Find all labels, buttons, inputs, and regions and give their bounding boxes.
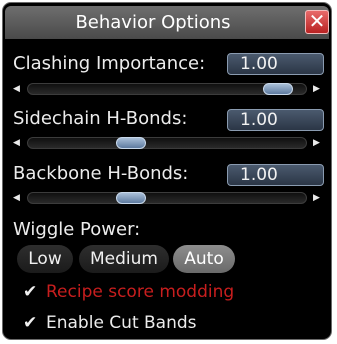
backbone-hbonds-thumb[interactable]	[115, 192, 146, 204]
dialog-title: Behavior Options	[75, 12, 231, 33]
wiggle-power-label: Wiggle Power:	[13, 219, 141, 240]
recipe-score-modding-checkbox[interactable]: ✔	[23, 283, 37, 301]
wiggle-low-button[interactable]: Low	[17, 245, 73, 273]
wiggle-auto-button[interactable]: Auto	[173, 245, 235, 273]
wiggle-medium-button[interactable]: Medium	[79, 245, 169, 273]
backbone-right-arrow-icon[interactable]: ▶	[313, 193, 320, 203]
sidechain-left-arrow-icon[interactable]: ◀	[13, 138, 20, 148]
sidechain-hbonds-label: Sidechain H-Bonds:	[13, 108, 188, 129]
enable-cut-bands-checkbox[interactable]: ✔	[23, 314, 37, 332]
clashing-importance-value[interactable]: 1.00	[227, 53, 324, 75]
title-bar[interactable]: Behavior Options ✕	[5, 6, 329, 39]
backbone-hbonds-value[interactable]: 1.00	[227, 164, 324, 186]
clashing-importance-slider[interactable]	[27, 83, 307, 95]
clashing-importance-thumb[interactable]	[263, 83, 294, 95]
clashing-left-arrow-icon[interactable]: ◀	[13, 84, 20, 94]
clashing-right-arrow-icon[interactable]: ▶	[313, 84, 320, 94]
close-button[interactable]: ✕	[305, 10, 329, 34]
recipe-score-modding-label[interactable]: Recipe score modding	[46, 282, 234, 302]
sidechain-hbonds-slider[interactable]	[27, 137, 307, 149]
close-icon: ✕	[308, 9, 326, 33]
backbone-hbonds-slider[interactable]	[27, 192, 307, 204]
behavior-options-dialog: Behavior Options ✕ Clashing Importance: …	[2, 2, 332, 340]
sidechain-hbonds-value[interactable]: 1.00	[227, 109, 324, 131]
clashing-importance-label: Clashing Importance:	[13, 53, 206, 74]
backbone-hbonds-label: Backbone H-Bonds:	[13, 163, 189, 184]
enable-cut-bands-label[interactable]: Enable Cut Bands	[46, 313, 197, 333]
sidechain-hbonds-thumb[interactable]	[115, 137, 146, 149]
sidechain-right-arrow-icon[interactable]: ▶	[313, 138, 320, 148]
backbone-left-arrow-icon[interactable]: ◀	[13, 193, 20, 203]
